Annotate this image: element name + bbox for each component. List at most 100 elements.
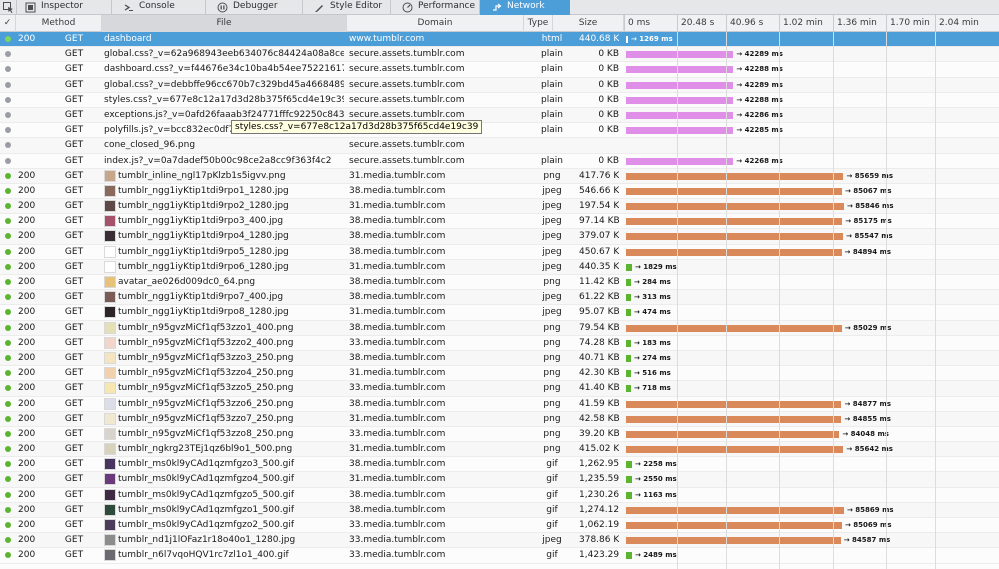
- table-row[interactable]: 200 GET tumblr_ngg1iyKtip1tdi9rpo6_1280.jp…: [0, 259, 999, 275]
- status-code: 200: [18, 246, 36, 257]
- request-file: tumblr_ngg1iyKtip1tdi9rpo1_1280.jpg: [118, 185, 289, 196]
- timing-label: → 313 ms: [634, 293, 671, 302]
- timing-bar: [626, 233, 844, 241]
- timing-bar: [626, 537, 841, 545]
- status-code: 200: [18, 170, 36, 181]
- file-header: File: [216, 18, 232, 28]
- request-method: GET: [64, 489, 84, 500]
- table-row[interactable]: 200 GET tumblr_ngg1iyKtip1tdi9rpo1_1280.jp…: [0, 184, 999, 200]
- table-row[interactable]: GET cone_closed_96.png secure.assets.tumbl…: [0, 138, 999, 154]
- table-row[interactable]: 200 GET tumblr_ms0kl9yCAd1qzmfgzo3_500.gif…: [0, 457, 999, 473]
- tab-debugger[interactable]: Debugger: [206, 0, 303, 15]
- timing-label: → 85029 ms: [844, 323, 892, 332]
- request-method: GET: [64, 79, 84, 90]
- request-method: GET: [64, 155, 84, 166]
- table-row[interactable]: GET dashboard.css?_v=f44676e34c10ba4b54ee…: [0, 62, 999, 78]
- table-row[interactable]: 200 GET tumblr_n95gvzMiCf1qf53zzo8_250.png…: [0, 427, 999, 443]
- request-size: 379.07 KB: [579, 231, 619, 242]
- table-row[interactable]: 200 GET tumblr_n95gvzMiCf1qf53zzo5_250.png…: [0, 381, 999, 397]
- column-check[interactable]: ✓: [0, 15, 16, 32]
- status-ok-dot: [5, 36, 11, 42]
- table-row[interactable]: 200 GET tumblr_n95gvzMiCf1qf53zzo3_250.png…: [0, 350, 999, 367]
- timing-bar: [626, 36, 628, 43]
- request-file: tumblr_nd1j1lOFaz1r18o40o1_1280.jpg: [118, 535, 296, 546]
- table-row[interactable]: 200 GET tumblr_nd1j1lOFaz1r18o40o1_1280.jp…: [0, 533, 999, 549]
- tab-style-editor[interactable]: Style Editor: [303, 0, 391, 15]
- table-row[interactable]: GET global.css?_v=62a968943eeb634076c8442…: [0, 47, 999, 63]
- column-domain[interactable]: Domain: [347, 15, 524, 32]
- file-tooltip: styles.css?_v=677e8c12a17d3d28b375f65cd4…: [231, 120, 483, 134]
- request-type: png: [543, 170, 561, 181]
- request-file: tumblr_n6l7vqoHQV1rc7zl1o1_400.gif: [118, 550, 289, 561]
- image-thumbnail: [104, 260, 116, 273]
- tab-console[interactable]: Console: [112, 0, 206, 15]
- tab-inspector[interactable]: Inspector: [17, 0, 112, 15]
- status-ok-dot: [5, 461, 11, 468]
- column-method[interactable]: Method: [16, 15, 102, 32]
- request-method: GET: [64, 413, 84, 424]
- table-row[interactable]: 200 GET tumblr_ngg1iyKtip1tdi9rpo3_400.jpg…: [0, 214, 999, 230]
- table-row[interactable]: 200 GET tumblr_ngg1iyKtip1tdi9rpo8_1280.jp…: [0, 305, 999, 321]
- timing-bar: [626, 400, 842, 408]
- table-row[interactable]: 200 GET dashboard www.tumblr.com html 440.68 …: [0, 32, 999, 48]
- status-ok-dot: [5, 309, 11, 316]
- table-row[interactable]: 200 GET tumblr_n6l7vqoHQV1rc7zl1o1_400.gif…: [0, 548, 999, 564]
- table-row[interactable]: GET global.css?_v=debbffe96cc670b7c329bd4…: [0, 77, 999, 93]
- element-picker-button[interactable]: [0, 0, 17, 15]
- table-row[interactable]: 200 GET tumblr_ngg1iyKtip1tdi9rpo2_1280.jp…: [0, 199, 999, 215]
- status-code: [18, 138, 46, 153]
- table-row[interactable]: 200 GET tumblr_inline_ngl17pKlzb1s5igvv.pn…: [0, 168, 999, 184]
- status-pending-dot: [5, 111, 11, 118]
- image-thumbnail: [104, 534, 116, 547]
- status-ok-dot: [5, 172, 11, 179]
- request-size: 41.40 KB: [579, 383, 619, 394]
- timing-bar: [626, 476, 632, 484]
- table-row[interactable]: 200 GET tumblr_n95gvzMiCf1qf53zzo2_400.png…: [0, 336, 999, 351]
- table-row[interactable]: GET index.js?_v=0a7dadef50b00c98ce2a8cc9f…: [0, 154, 999, 169]
- status-code: [18, 93, 46, 108]
- status-ok-dot: [5, 339, 11, 346]
- table-row[interactable]: GET styles.css?_v=677e8c12a17d3d28b375f65…: [0, 93, 999, 108]
- table-row[interactable]: 200 GET tumblr_ngg1iyKtip1tdi9rpo5_1280.jp…: [0, 245, 999, 260]
- request-file: avatar_ae026d009dc0_64.png: [118, 277, 256, 287]
- table-row[interactable]: 200 GET avatar_ae026d009dc0_64.png 38.media…: [0, 275, 999, 291]
- column-file[interactable]: File: [102, 15, 347, 32]
- column-type[interactable]: Type: [524, 15, 553, 32]
- request-file: tumblr_n95gvzMiCf1qf53zzo4_250.png: [118, 368, 294, 379]
- table-row[interactable]: 200 GET tumblr_ms0kl9yCAd1qzmfgzo5_500.gif…: [0, 488, 999, 503]
- timing-label: → 1269 ms: [631, 35, 673, 43]
- request-type: jpeg: [542, 307, 562, 318]
- table-row[interactable]: 200 GET tumblr_ngkrg23TEj1qz6bl9o1_500.png…: [0, 442, 999, 458]
- table-row[interactable]: 200 GET tumblr_n95gvzMiCf1qf53zzo1_400.png…: [0, 320, 999, 336]
- table-row[interactable]: 200 GET tumblr_ms0kl9yCAd1qzmfgzo1_500.gif…: [0, 502, 999, 518]
- table-row[interactable]: 200 GET tumblr_n95gvzMiCf1qf53zzo4_250.png…: [0, 366, 999, 382]
- status-ok-dot: [5, 522, 11, 528]
- table-row[interactable]: 200 GET tumblr_ngg1iyKtip1tdi9rpo7_400.jpg…: [0, 290, 999, 306]
- column-size[interactable]: Size: [553, 15, 624, 32]
- table-row[interactable]: 200 GET tumblr_ms0kl9yCAd1qzmfgzo2_500.gif…: [0, 518, 999, 534]
- status-code: 200: [18, 368, 36, 379]
- request-type: jpeg: [542, 535, 562, 546]
- timing-bar: [626, 461, 632, 469]
- status-ok-dot: [5, 430, 11, 437]
- tab-network[interactable]: Network: [480, 0, 570, 15]
- request-size: [579, 138, 619, 153]
- request-file: tumblr_ngg1iyKtip1tdi9rpo4_1280.jpg: [118, 231, 289, 242]
- timing-bar: [626, 51, 734, 59]
- timing-bar: [626, 187, 842, 195]
- image-thumbnail: [104, 215, 116, 228]
- request-type: html: [541, 34, 563, 44]
- request-file: tumblr_ms0kl9yCAd1qzmfgzo2_500.gif: [118, 520, 295, 530]
- table-row[interactable]: 200 GET tumblr_ngg1iyKtip1tdi9rpo4_1280.jp…: [0, 229, 999, 245]
- timing-bar: [626, 446, 844, 454]
- table-row[interactable]: GETpolyfills.js?_v=bcc832ec0df74edasecur…: [0, 123, 999, 139]
- table-row[interactable]: 200 GET tumblr_ms0kl9yCAd1qzmfgzo4_500.gif…: [0, 472, 999, 488]
- table-row[interactable]: 200 GET tumblr_n95gvzMiCf1qf53zzo7_250.png…: [0, 411, 999, 427]
- table-row[interactable]: 200 GET tumblr_n95gvzMiCf1qf53zzo6_250.png…: [0, 397, 999, 412]
- request-method: GET: [64, 535, 84, 546]
- request-type: gif: [546, 550, 558, 561]
- tab-performance[interactable]: Performance: [391, 0, 480, 15]
- table-row[interactable]: GET exceptions.js?_v=0afd26faaab3f24771ff…: [0, 107, 999, 124]
- status-code: [18, 154, 46, 169]
- request-size: 417.76 KB: [579, 170, 619, 181]
